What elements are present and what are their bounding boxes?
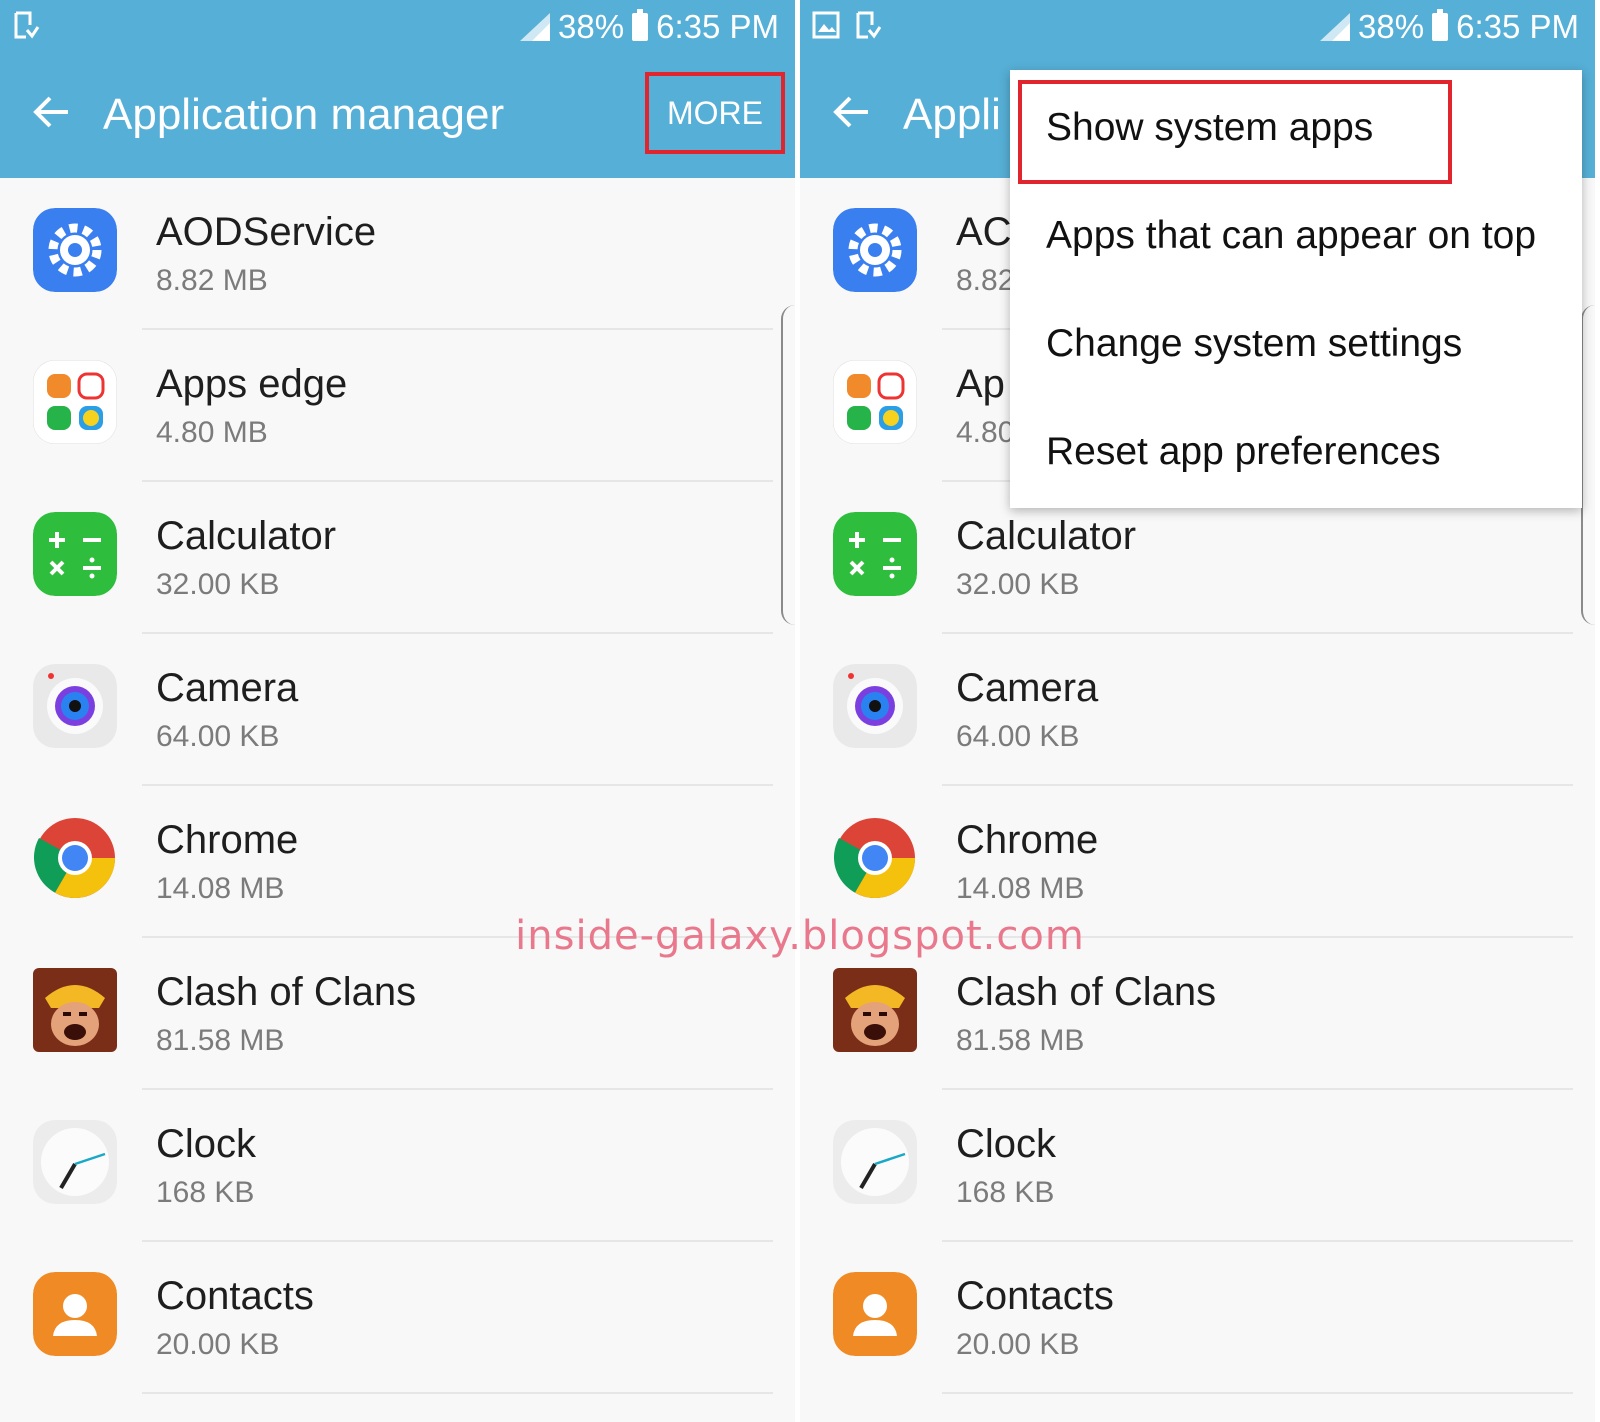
app-size: 4.80 [956, 416, 1015, 449]
divider [142, 1392, 773, 1394]
edge-handle[interactable] [1581, 305, 1595, 625]
app-name: Clock [156, 1122, 257, 1166]
app-name: AODService [156, 210, 377, 254]
app-size: 8.82 [956, 264, 1015, 297]
app-size: 8.82 MB [156, 264, 268, 297]
signal-icon [520, 13, 551, 41]
clock-icon [33, 1120, 117, 1204]
menu-item-reset-app-preferences[interactable]: Reset app preferences [1046, 430, 1441, 474]
app-name: Camera [156, 666, 299, 710]
watermark-text: inside-galaxy.blogspot.com [515, 913, 1085, 959]
app-name: Apps edge [156, 362, 348, 406]
app-name: Camera [956, 666, 1099, 710]
app-size: 20.00 KB [156, 1328, 280, 1361]
app-name: Ap [956, 362, 1005, 406]
app-name: Chrome [956, 818, 1099, 862]
signal-icon [1320, 13, 1351, 41]
battery-icon [1432, 9, 1449, 41]
app-size: 14.08 MB [956, 872, 1085, 905]
divider [942, 1392, 1573, 1394]
app-size: 168 KB [156, 1176, 255, 1209]
app-size: 20.00 KB [956, 1328, 1080, 1361]
page-title: Application manager [103, 90, 505, 139]
list-item[interactable]: Camera 64.00 KB [800, 634, 1595, 786]
app-size: 14.08 MB [156, 872, 285, 905]
app-size: 81.58 MB [956, 1024, 1085, 1057]
app-name: Calculator [156, 514, 337, 558]
chrome-icon [33, 816, 117, 900]
app-list: AODService 8.82 MB Apps edge 4.80 MB Cal… [0, 178, 795, 1394]
left-screen: 38% 6:35 PM Application manager MORE AOD… [0, 0, 795, 1422]
list-item[interactable]: Apps edge 4.80 MB [0, 330, 795, 482]
list-item[interactable]: Clash of Clans 81.58 MB [800, 938, 1595, 1090]
app-size: 32.00 KB [156, 568, 280, 601]
app-name: Contacts [956, 1274, 1114, 1318]
app-size: 64.00 KB [156, 720, 280, 753]
clock-icon [833, 1120, 917, 1204]
more-button[interactable]: MORE [645, 72, 785, 154]
app-size: 64.00 KB [956, 720, 1080, 753]
list-item[interactable]: Contacts 20.00 KB [0, 1242, 795, 1394]
list-item[interactable]: AODService 8.82 MB [0, 178, 795, 330]
contacts-icon [833, 1272, 917, 1356]
apps-edge-icon [833, 360, 917, 444]
gear-icon [33, 208, 117, 292]
clash-of-clans-icon [833, 968, 917, 1052]
list-item[interactable]: Contacts 20.00 KB [800, 1242, 1595, 1394]
battery-icon [632, 9, 649, 41]
right-screen: 38% 6:35 PM Appli AC 8.82 Ap 4.80 Calcul… [800, 0, 1595, 1422]
calculator-icon [33, 512, 117, 596]
app-name: AC [956, 210, 1012, 254]
app-size: 32.00 KB [956, 568, 1080, 601]
app-size: 168 KB [956, 1176, 1055, 1209]
image-notification-icon [812, 11, 840, 39]
app-name: Chrome [156, 818, 299, 862]
download-notification-icon [856, 11, 882, 39]
app-name: Clock [956, 1122, 1057, 1166]
page-title: Appli [903, 90, 1001, 139]
gear-icon [833, 208, 917, 292]
app-size: 81.58 MB [156, 1024, 285, 1057]
camera-icon [33, 664, 117, 748]
app-bar: Application manager MORE [0, 56, 795, 178]
back-arrow-icon[interactable] [28, 88, 76, 136]
clock-time: 6:35 PM [1456, 8, 1579, 45]
apps-edge-icon [33, 360, 117, 444]
list-item[interactable]: Camera 64.00 KB [0, 634, 795, 786]
calculator-icon [833, 512, 917, 596]
camera-icon [833, 664, 917, 748]
app-name: Contacts [156, 1274, 314, 1318]
menu-item-apps-on-top[interactable]: Apps that can appear on top [1046, 214, 1536, 258]
edge-handle[interactable] [781, 305, 795, 625]
contacts-icon [33, 1272, 117, 1356]
list-item[interactable]: Calculator 32.00 KB [0, 482, 795, 634]
download-notification-icon [14, 11, 40, 39]
app-name: Calculator [956, 514, 1137, 558]
list-item[interactable]: Clock 168 KB [0, 1090, 795, 1242]
app-name: Clash of Clans [956, 970, 1217, 1014]
chrome-icon [833, 816, 917, 900]
menu-item-show-system-apps[interactable]: Show system apps [1046, 106, 1373, 150]
app-size: 4.80 MB [156, 416, 268, 449]
clock-time: 6:35 PM [656, 8, 779, 45]
battery-percent: 38% [558, 8, 625, 45]
menu-item-change-system-settings[interactable]: Change system settings [1046, 322, 1462, 366]
app-name: Clash of Clans [156, 970, 417, 1014]
overflow-menu: Show system apps Apps that can appear on… [1010, 70, 1582, 508]
back-arrow-icon[interactable] [828, 88, 876, 136]
status-bar: 38% 6:35 PM [0, 0, 795, 56]
clash-of-clans-icon [33, 968, 117, 1052]
list-item[interactable]: Clock 168 KB [800, 1090, 1595, 1242]
battery-percent: 38% [1358, 8, 1425, 45]
list-item[interactable]: Clash of Clans 81.58 MB [0, 938, 795, 1090]
status-bar: 38% 6:35 PM [800, 0, 1595, 56]
